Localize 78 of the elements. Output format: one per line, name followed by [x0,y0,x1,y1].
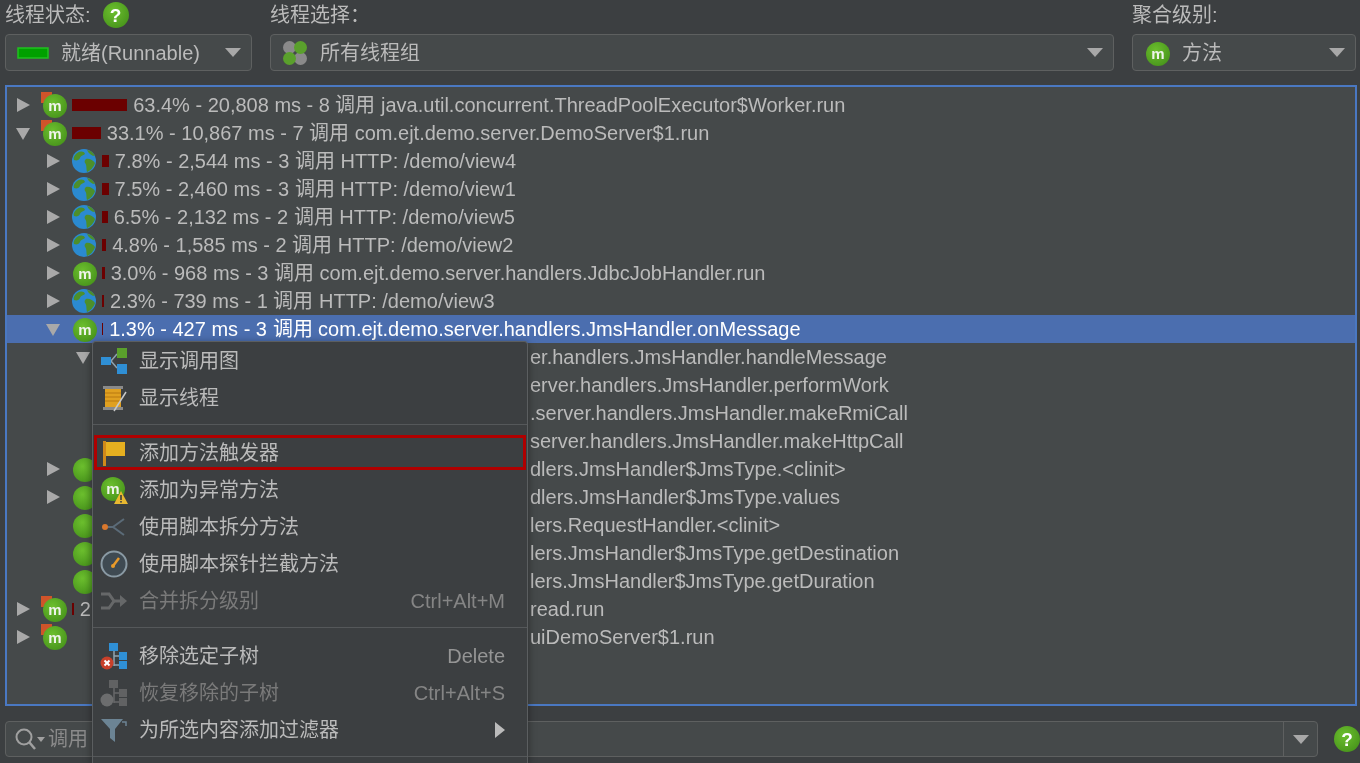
collapse-arrow-icon[interactable] [75,349,91,365]
search-icon[interactable] [15,727,45,751]
tree-node-label[interactable]: 3.0% - 968 ms - 3 调用 com.ejt.demo.server.handlers.JdbcJobHandler.run [110,261,766,285]
expand-arrow-icon[interactable] [45,209,61,225]
menu-item[interactable]: 添加方法触发器 [93,434,527,471]
help-button[interactable]: ? [1334,726,1360,752]
method-icon: m [41,624,67,650]
tree-node-label[interactable]: 4.8% - 1,585 ms - 2 调用 HTTP: /demo/view2 [112,233,514,257]
expand-arrow-icon[interactable] [45,153,61,169]
tree-node-label[interactable]: 2.3% - 739 ms - 1 调用 HTTP: /demo/view3 [110,289,495,313]
menu-item[interactable]: 使用脚本拆分方法 [93,508,527,545]
tree-node-label[interactable]: lers.RequestHandler.<clinit> [530,513,781,537]
shortcut-text: Ctrl+Alt+M [410,588,505,613]
flag-icon [100,438,128,467]
call-graph-icon [100,346,128,375]
tree-node-label[interactable]: dlers.JmsHandler$JmsType.values [530,485,841,509]
tree-node-label[interactable]: 1.3% - 427 ms - 3 调用 com.ejt.demo.server.handlers.JmsHandler.onMessage [109,317,801,341]
menu-item[interactable]: 移除选定子树 Delete [93,637,527,674]
state-swatch-icon [17,46,49,59]
spool-icon [100,383,128,412]
expand-arrow-icon[interactable] [45,237,61,253]
tree-node-label[interactable]: read.run [530,597,605,621]
tree-node-label[interactable]: erver.handlers.JmsHandler.performWork [530,373,889,397]
tree-restore-icon [100,678,128,707]
globe-icon [71,176,97,202]
menu-item[interactable]: m 添加为异常方法 [93,471,527,508]
field-label: 线程选择： [270,3,370,27]
globe-icon [71,232,97,258]
tree-node-label[interactable]: lers.JmsHandler$JmsType.getDestination [530,541,900,565]
tree-remove-icon [100,641,128,670]
field-label: 聚合级别: [1132,3,1218,27]
expand-arrow-icon[interactable] [15,601,31,617]
expand-arrow-icon[interactable] [45,461,61,477]
menu-item[interactable]: 显示线程 [93,379,527,416]
expand-arrow-icon[interactable] [15,97,31,113]
expand-arrow-icon[interactable] [45,265,61,281]
method-icon: m [41,92,67,118]
expand-arrow-icon[interactable] [45,181,61,197]
method-icon: m [41,120,67,146]
globe-icon [71,148,97,174]
tree-node-label[interactable]: 7.5% - 2,460 ms - 3 调用 HTTP: /demo/view1 [114,177,516,201]
menu-item[interactable]: 显示调用图 [93,342,527,379]
tree-node-label[interactable]: 63.4% - 20,808 ms - 8 调用 java.util.concurrent.ThreadPoolExecutor$Worker.run [133,93,846,117]
expand-arrow-icon[interactable] [15,629,31,645]
thread-group-dropdown[interactable]: 所有线程组 [270,34,1114,71]
globe-icon [71,288,97,314]
tree-node-label[interactable]: er.handlers.JmsHandler.handleMessage [530,345,887,369]
caret-icon [225,48,241,57]
shortcut-text: Delete [447,643,505,668]
shortcut-text: Ctrl+Alt+S [413,680,505,705]
thread-state-dropdown[interactable]: 就绪(Runnable) [5,34,252,71]
tree-node-label[interactable]: lers.JmsHandler$JmsType.getDuration [530,569,875,593]
aggregation-level-dropdown[interactable]: m 方法 [1132,34,1356,71]
gauge-icon [100,549,128,578]
method-icon: m [41,596,67,622]
caret-icon [1329,48,1345,57]
collapse-arrow-icon[interactable] [45,321,61,337]
method-warning-icon: m [100,475,128,504]
menu-item[interactable]: 使用脚本探针拦截方法 [93,545,527,582]
tree-node-label[interactable]: server.handlers.JmsHandler.makeHttpCall [530,429,904,453]
expand-arrow-icon[interactable] [45,489,61,505]
tree-node-label[interactable]: 6.5% - 2,132 ms - 2 调用 HTTP: /demo/view5 [113,205,515,229]
collapse-arrow-icon[interactable] [15,125,31,141]
help-button[interactable]: ? [102,2,129,28]
tree-node-label[interactable]: 7.8% - 2,544 ms - 3 调用 HTTP: /demo/view4 [114,149,517,173]
tree-node-label[interactable]: .server.handlers.JmsHandler.makeRmiCall [530,401,908,425]
tree-node-label[interactable]: dlers.JmsHandler$JmsType.<clinit> [530,457,846,481]
expand-arrow-icon[interactable] [45,293,61,309]
method-icon: m [71,260,97,286]
method-icon: m [71,316,97,342]
caret-icon [1087,48,1103,57]
thread-group-icon [282,39,308,66]
field-label: 线程状态: [5,3,91,27]
globe-icon [71,204,97,230]
tree-node-label[interactable]: uiDemoServer$1.run [530,625,715,649]
tree-node-label[interactable]: 33.1% - 10,867 ms - 7 调用 com.ejt.demo.server.DemoServer$1.run [106,121,710,145]
caret-icon [1292,734,1309,744]
tree-node-label[interactable]: 2 [79,597,91,621]
